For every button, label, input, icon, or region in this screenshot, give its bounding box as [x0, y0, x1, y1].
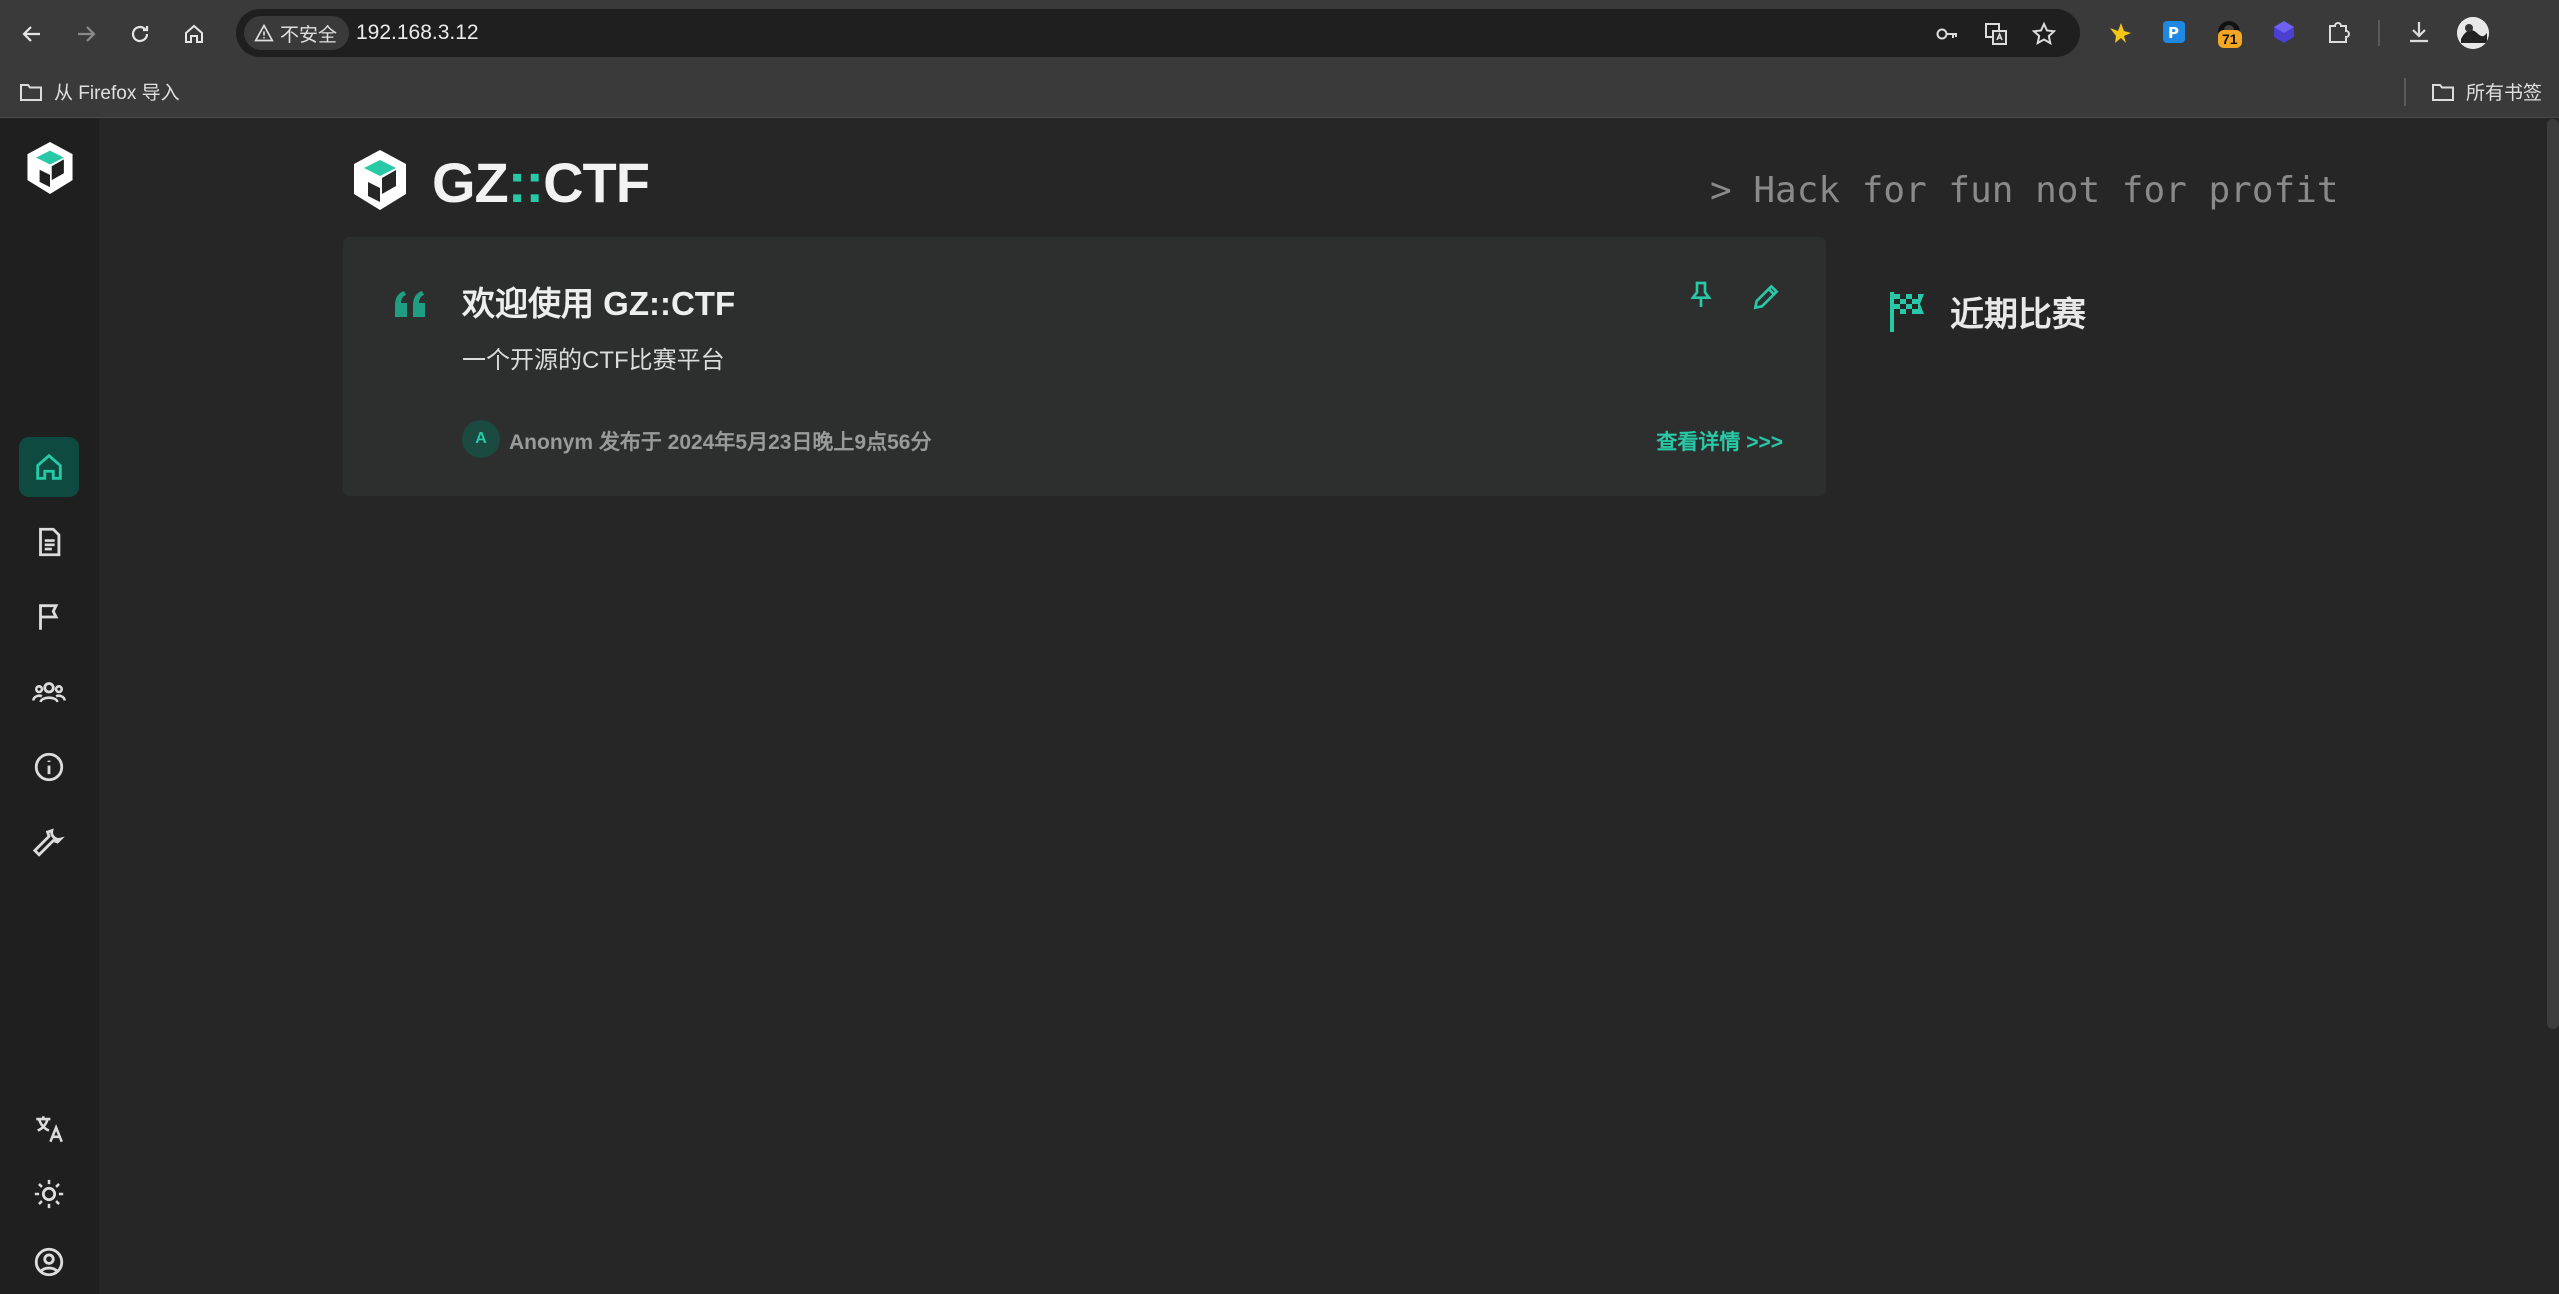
extension-badge: 71 — [2218, 30, 2242, 48]
forward-button[interactable] — [68, 16, 104, 52]
wrench-icon — [32, 828, 65, 857]
theme-toggle-button[interactable] — [19, 1164, 79, 1224]
downloads-button[interactable] — [2403, 16, 2435, 48]
pin-icon — [1690, 281, 1712, 307]
pin-button[interactable] — [1683, 277, 1719, 313]
bookmarks-separator — [2404, 78, 2406, 106]
post-summary: 一个开源的CTF比赛平台 — [462, 347, 725, 374]
document-icon — [39, 527, 61, 557]
cube-extension-icon — [2274, 21, 2294, 43]
home-icon — [185, 24, 203, 43]
info-icon — [34, 752, 64, 782]
brand-header: GZ::CTF — [350, 148, 650, 217]
flag-icon — [39, 604, 59, 630]
reload-icon — [131, 25, 149, 43]
address-bar[interactable]: 不安全 192.168.3.12 — [236, 9, 2080, 57]
sidebar-item-games[interactable] — [19, 587, 79, 647]
security-label: 不安全 — [280, 24, 338, 46]
extension-2[interactable]: P — [2158, 16, 2190, 48]
user-circle-icon — [34, 1247, 64, 1277]
extension-4[interactable] — [2268, 16, 2300, 48]
bookmark-star-button[interactable] — [2031, 21, 2057, 47]
gzctf-logo-icon — [27, 142, 73, 194]
profile-icon — [2457, 17, 2489, 49]
recent-games-header: 近期比赛 — [1888, 287, 2086, 336]
read-more-link[interactable]: 查看详情 >>> — [1656, 426, 1783, 456]
folder-icon — [20, 83, 42, 101]
brand-logo — [350, 148, 410, 217]
page-scrollbar[interactable] — [2547, 119, 2559, 1029]
translate-page-button[interactable] — [1983, 21, 2009, 47]
arrow-right-icon — [78, 26, 96, 42]
brand-name-prefix: GZ — [432, 151, 509, 214]
bookmark-all-bookmarks[interactable]: 所有书签 — [2430, 78, 2542, 105]
gzctf-logo-icon — [354, 150, 406, 210]
checkered-flag-icon — [1890, 291, 1924, 332]
back-button[interactable] — [14, 16, 50, 52]
sidebar-item-teams[interactable] — [19, 662, 79, 722]
slogan: > Hack for fun not for profit — [1710, 170, 2339, 211]
security-chip[interactable]: 不安全 — [244, 16, 350, 50]
folder-icon — [2432, 83, 2454, 101]
browser-toolbar: 不安全 192.168.3.12 P 71 — [0, 0, 2559, 66]
bookmark-label: 从 Firefox 导入 — [54, 83, 180, 104]
app-sidebar — [0, 119, 99, 1294]
toolbar-separator — [2378, 20, 2380, 46]
language-button[interactable] — [19, 1099, 79, 1159]
star-icon — [2031, 21, 2057, 46]
arrow-left-icon — [22, 26, 40, 42]
extensions-button[interactable] — [2322, 16, 2354, 48]
download-icon — [2410, 22, 2428, 43]
account-button[interactable] — [19, 1232, 79, 1292]
home-icon — [36, 453, 62, 480]
url-text[interactable]: 192.168.3.12 — [356, 21, 479, 45]
sidebar-item-posts[interactable] — [19, 512, 79, 572]
author-avatar: A — [462, 420, 500, 458]
team-icon — [32, 682, 66, 703]
bookmark-import-firefox[interactable]: 从 Firefox 导入 — [18, 78, 180, 105]
sidebar-item-about[interactable] — [19, 737, 79, 797]
sidebar-item-home[interactable] — [19, 437, 79, 497]
pencil-icon — [1753, 284, 1779, 310]
home-button[interactable] — [176, 16, 212, 52]
profile-avatar[interactable] — [2457, 17, 2489, 49]
puzzle-icon — [2329, 22, 2350, 43]
bookmarks-bar: 从 Firefox 导入 所有书签 — [0, 66, 2559, 118]
p-extension-icon: P — [2163, 21, 2185, 43]
quote-icon — [395, 291, 425, 317]
reload-button[interactable] — [122, 16, 158, 52]
translate-icon — [36, 1116, 63, 1143]
sidebar-item-admin[interactable] — [19, 812, 79, 872]
brand-name-suffix: CTF — [543, 151, 650, 214]
edit-button[interactable] — [1746, 277, 1786, 317]
sidebar-logo[interactable] — [24, 139, 76, 197]
sparkle-extension-icon — [2110, 23, 2131, 43]
recent-games-title: 近期比赛 — [1950, 296, 2086, 334]
post-card[interactable]: 欢迎使用 GZ::CTF 一个开源的CTF比赛平台 A Anonym 发布于 2… — [343, 237, 1826, 496]
post-title[interactable]: 欢迎使用 GZ::CTF — [462, 277, 735, 325]
translate-page-icon — [1985, 23, 2007, 45]
bookmark-label: 所有书签 — [2466, 83, 2543, 104]
post-meta: Anonym 发布于 2024年5月23日晚上9点56分 — [509, 431, 932, 454]
brand-name-separator: :: — [507, 151, 544, 214]
warning-icon — [254, 23, 274, 42]
password-key-button[interactable] — [1934, 21, 1960, 47]
extension-1[interactable] — [2104, 16, 2136, 48]
svg-text:P: P — [2168, 24, 2179, 42]
brand-title: GZ::CTF — [432, 150, 650, 215]
brightness-icon — [34, 1179, 64, 1209]
key-icon — [1936, 28, 1957, 40]
